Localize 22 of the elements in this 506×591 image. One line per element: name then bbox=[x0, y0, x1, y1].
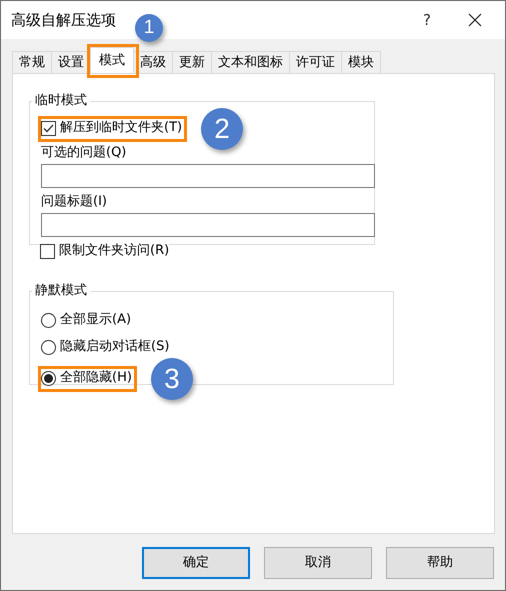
dialog-button[interactable]: 确定 bbox=[142, 547, 250, 579]
group-title: 临时模式 bbox=[34, 93, 88, 109]
radio-button[interactable]: 全部隐藏(H) bbox=[41, 369, 132, 387]
group-title: 静默模式 bbox=[34, 283, 88, 299]
field-label: 可选的问题(Q) bbox=[41, 145, 128, 161]
input-field[interactable] bbox=[41, 213, 375, 237]
input-field[interactable] bbox=[41, 164, 375, 188]
radio-button[interactable]: 全部显示(A) bbox=[41, 311, 132, 329]
tab[interactable]: 常规 bbox=[12, 51, 52, 73]
dialog-button[interactable]: 帮助 bbox=[386, 547, 494, 579]
radio-button[interactable]: 隐藏启动对话框(S) bbox=[41, 338, 170, 356]
help-button[interactable]: ? bbox=[409, 10, 445, 30]
highlight-frame bbox=[87, 44, 139, 78]
field-label: 问题标题(I) bbox=[41, 194, 108, 210]
window-title: 高级自解压选项 bbox=[11, 11, 116, 29]
close-icon bbox=[468, 13, 482, 27]
checkbox[interactable]: 解压到临时文件夹(T) bbox=[41, 119, 182, 137]
dialog-button[interactable]: 取消 bbox=[264, 547, 372, 579]
tab[interactable]: 模式 bbox=[90, 47, 134, 73]
tab[interactable]: 模块 bbox=[341, 51, 381, 73]
checkbox[interactable]: 限制文件夹访问(R) bbox=[40, 242, 170, 260]
checkmark-icon bbox=[43, 124, 54, 132]
